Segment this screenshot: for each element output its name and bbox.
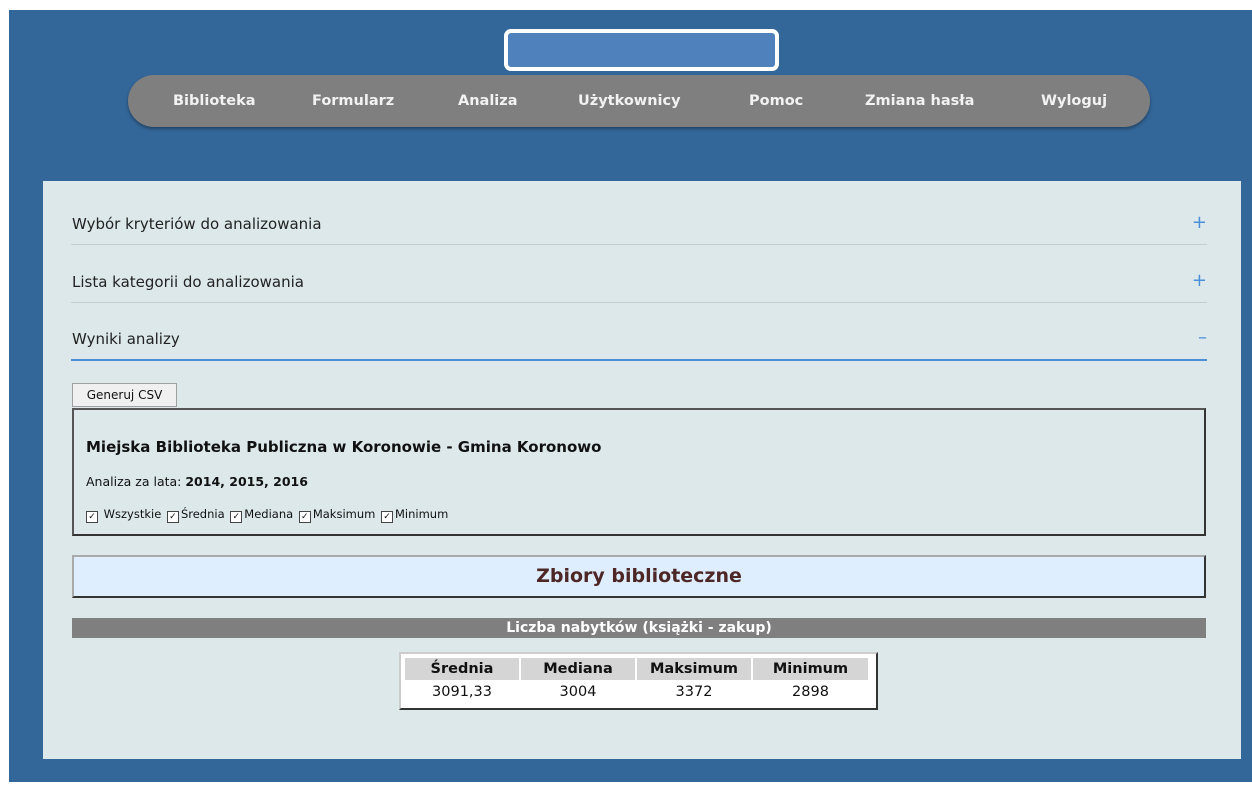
table-cell-maksimum: 3372 <box>675 684 713 700</box>
accordion-results[interactable]: Wyniki analizy – <box>71 323 1207 361</box>
analysis-years: Analiza za lata: 2014, 2015, 2016 <box>86 474 308 489</box>
expand-plus-icon[interactable]: + <box>1192 212 1207 233</box>
table-title-bar: Liczba nabytków (książki - zakup) <box>72 618 1206 638</box>
analysis-info-box: Miejska Biblioteka Publiczna w Koronowie… <box>72 408 1206 536</box>
accordion-categories[interactable]: Lista kategorii do analizowania + <box>71 266 1207 303</box>
table-header-maksimum: Maksimum <box>637 658 751 680</box>
table-header-srednia: Średnia <box>405 658 519 680</box>
nav-item-uzytkownicy[interactable]: Użytkownicy <box>578 75 681 127</box>
table-cell-minimum: 2898 <box>792 684 829 700</box>
checkbox-label: Mediana <box>244 507 294 521</box>
years-value: 2014, 2015, 2016 <box>185 474 308 489</box>
checkbox-checked-icon: ✓ <box>298 511 311 523</box>
checkbox-label: Minimum <box>395 507 449 521</box>
checkbox-checked-icon: ✓ <box>86 511 98 523</box>
collapse-minus-icon[interactable]: – <box>1198 327 1207 348</box>
accordion-results-title: Wyniki analizy <box>72 330 180 348</box>
checkbox-maksimum[interactable]: ✓ Maksimum <box>298 507 376 523</box>
app-background: Biblioteka Formularz Analiza Użytkownicy… <box>9 10 1252 782</box>
checkbox-label: Maksimum <box>312 507 376 521</box>
statistics-checkboxes: ✓ Wszystkie ✓ Średnia ✓ Mediana ✓ Maksimum … <box>86 507 450 523</box>
section-title-banner: Zbiory biblioteczne <box>72 555 1206 598</box>
nav-item-pomoc[interactable]: Pomoc <box>749 75 803 127</box>
checkbox-label: Wszystkie <box>103 507 162 521</box>
checkbox-wszystkie[interactable]: ✓ Wszystkie <box>86 507 161 523</box>
checkbox-minimum[interactable]: ✓ Minimum <box>381 507 448 523</box>
table-header-minimum: Minimum <box>753 658 868 680</box>
checkbox-mediana[interactable]: ✓ Mediana <box>230 507 293 523</box>
generate-csv-button[interactable]: Generuj CSV <box>72 383 177 407</box>
nav-item-wyloguj[interactable]: Wyloguj <box>1041 75 1107 127</box>
table-cell-mediana: 3004 <box>559 684 597 700</box>
accordion-categories-title: Lista kategorii do analizowania <box>72 273 304 291</box>
expand-plus-icon[interactable]: + <box>1192 270 1207 291</box>
content-panel: Wybór kryteriów do analizowania + Lista … <box>43 181 1241 759</box>
nav-item-formularz[interactable]: Formularz <box>312 75 394 127</box>
checkbox-checked-icon: ✓ <box>230 511 243 523</box>
nav-item-analiza[interactable]: Analiza <box>458 75 518 127</box>
accordion-criteria[interactable]: Wybór kryteriów do analizowania + <box>71 208 1207 245</box>
checkbox-srednia[interactable]: ✓ Średnia <box>166 507 225 523</box>
nav-item-zmiana-hasla[interactable]: Zmiana hasła <box>865 75 974 127</box>
logo-placeholder <box>504 29 779 71</box>
checkbox-label: Średnia <box>180 507 225 521</box>
checkbox-checked-icon: ✓ <box>166 511 179 523</box>
main-nav: Biblioteka Formularz Analiza Użytkownicy… <box>128 75 1150 127</box>
years-label: Analiza za lata: <box>86 474 182 489</box>
checkbox-checked-icon: ✓ <box>381 511 393 523</box>
table-header-mediana: Mediana <box>521 658 635 680</box>
statistics-table: Średnia Mediana Maksimum Minimum 3091,33… <box>399 652 878 710</box>
nav-item-biblioteka[interactable]: Biblioteka <box>173 75 256 127</box>
table-cell-srednia: 3091,33 <box>432 684 492 700</box>
accordion-criteria-title: Wybór kryteriów do analizowania <box>72 215 322 233</box>
library-name: Miejska Biblioteka Publiczna w Koronowie… <box>86 438 602 456</box>
